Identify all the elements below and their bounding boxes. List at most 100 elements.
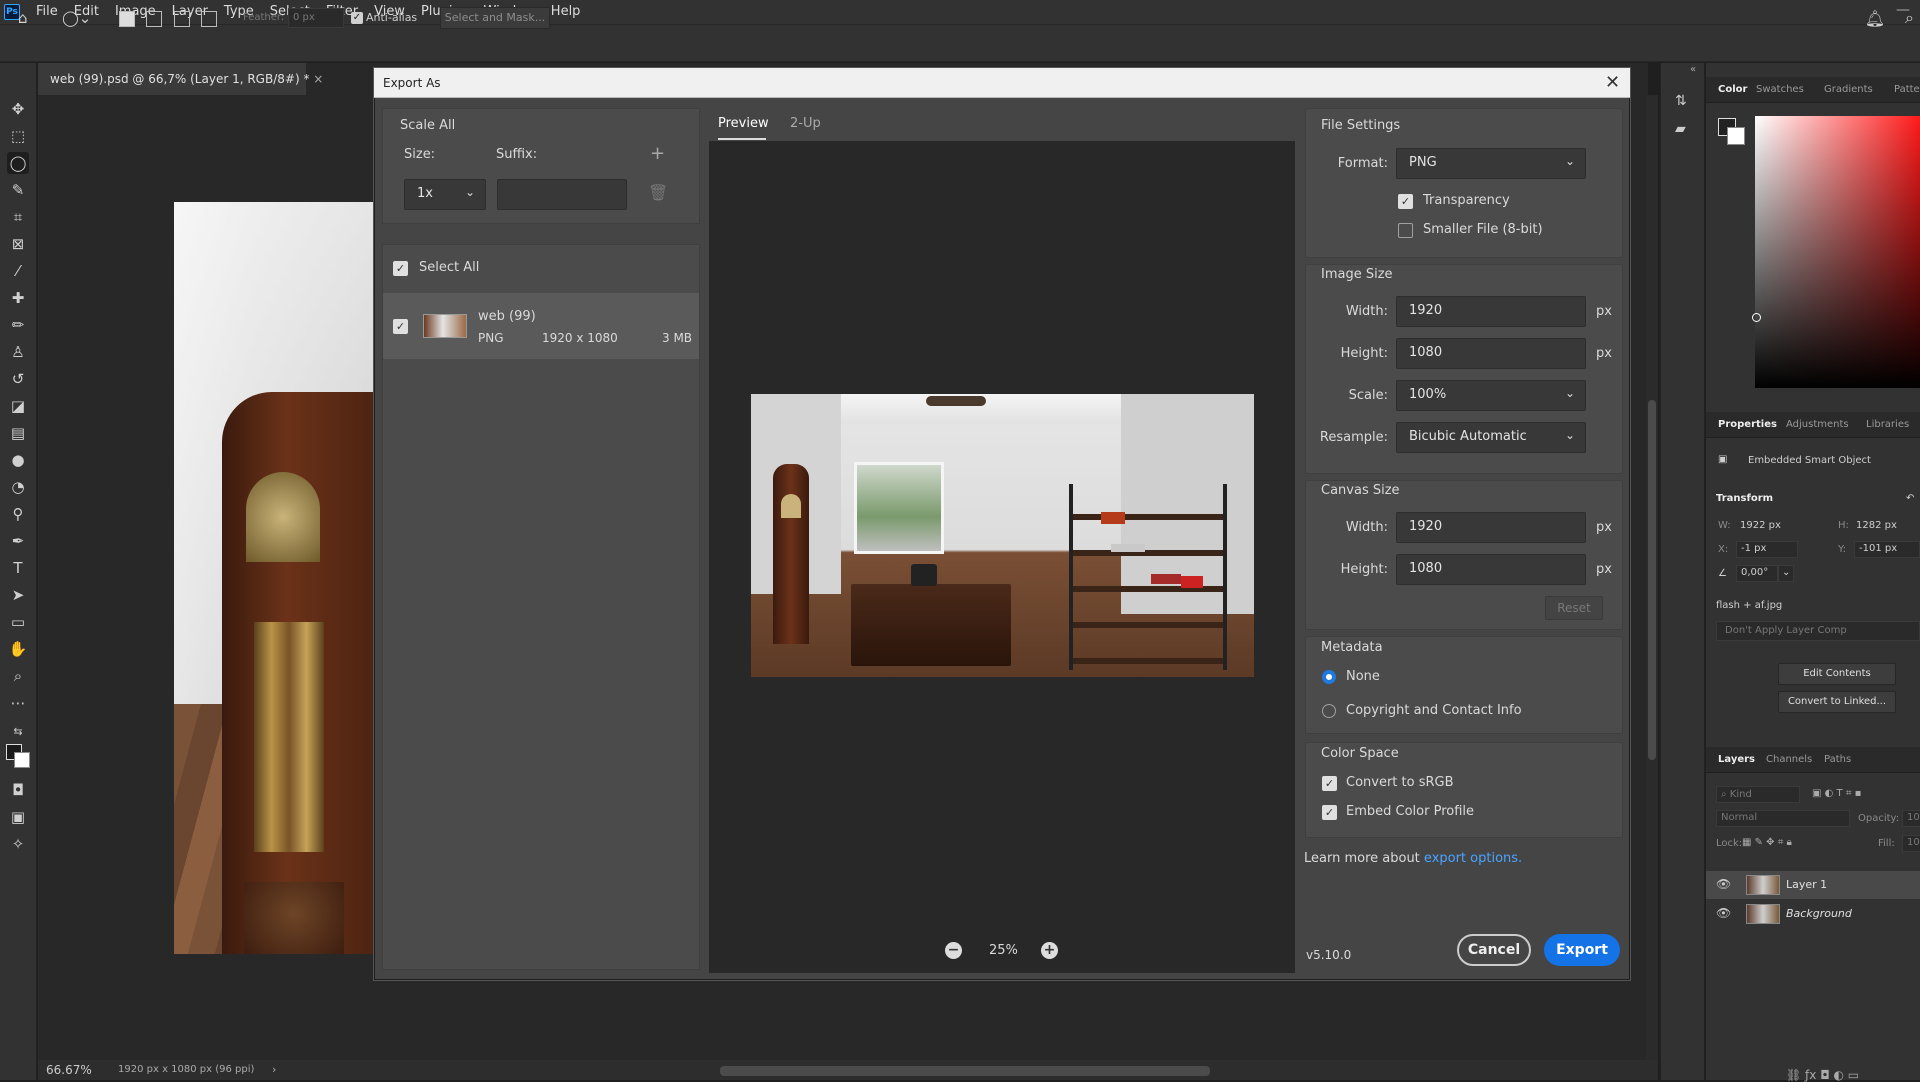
crop-tool-icon[interactable]: ⌗ [7, 206, 29, 228]
select-all-checkbox[interactable]: ✓ [393, 261, 408, 276]
layer-comp-dropdown[interactable]: Don't Apply Layer Comp [1716, 621, 1920, 641]
subtract-selection-icon[interactable] [174, 11, 190, 27]
canvas-width-input[interactable]: 1920 [1396, 512, 1586, 543]
comments-panel-icon[interactable]: ▰ [1675, 121, 1686, 137]
embed-profile-checkbox[interactable]: ✓ [1322, 805, 1337, 820]
tab-color[interactable]: Color [1718, 77, 1747, 103]
tab-properties[interactable]: Properties [1718, 412, 1777, 438]
background-color-swatch[interactable] [14, 752, 30, 768]
angle-input[interactable]: 0,00° [1736, 565, 1778, 582]
quick-select-tool-icon[interactable]: ✎ [7, 179, 29, 201]
trash-icon[interactable]: 🗑︎ [648, 183, 668, 202]
brush-tool-icon[interactable]: ✏ [7, 314, 29, 336]
transparency-checkbox[interactable]: ✓ [1398, 194, 1413, 209]
image-height-input[interactable]: 1080 [1396, 338, 1586, 369]
lasso-tool-preset-icon[interactable]: ◯⌄ [62, 9, 91, 27]
tab-layers[interactable]: Layers [1718, 747, 1755, 773]
menu-file[interactable]: File [28, 0, 66, 24]
zoom-in-icon[interactable]: + [1041, 942, 1058, 959]
export-button[interactable]: Export [1544, 934, 1620, 966]
color-picker-field[interactable] [1755, 116, 1920, 388]
canvas-height-input[interactable]: 1080 [1396, 554, 1586, 585]
cancel-button[interactable]: Cancel [1457, 934, 1531, 966]
tab-patterns[interactable]: Patter [1894, 77, 1920, 103]
transform-y-input[interactable]: -101 px [1854, 541, 1920, 558]
search-icon[interactable]: ⌕ [1905, 8, 1914, 28]
tab-adjustments[interactable]: Adjustments [1786, 412, 1849, 438]
tab-2up[interactable]: 2-Up [790, 116, 821, 131]
metadata-copyright-radio[interactable] [1322, 704, 1336, 718]
healing-tool-icon[interactable]: ✚ [7, 287, 29, 309]
suffix-input[interactable] [497, 179, 627, 210]
layer-kind-filter[interactable]: ⌕ Kind [1716, 786, 1800, 803]
zoom-out-icon[interactable]: − [945, 942, 962, 959]
edit-contents-button[interactable]: Edit Contents [1778, 663, 1896, 685]
smaller-file-checkbox[interactable] [1398, 223, 1413, 238]
zoom-level[interactable]: 66.67% [46, 1063, 92, 1077]
close-dialog-icon[interactable]: ✕ [1605, 72, 1620, 93]
frame-tool-icon[interactable]: ⊠ [7, 233, 29, 255]
generative-icon[interactable]: ✧ [7, 833, 29, 855]
blend-mode-dropdown[interactable]: Normal [1716, 810, 1850, 827]
angle-dropdown-icon[interactable]: ⌄ [1778, 565, 1794, 582]
move-tool-icon[interactable]: ✥ [7, 98, 29, 120]
new-selection-icon[interactable] [119, 11, 135, 27]
collapse-panels-icon[interactable]: « [1690, 64, 1696, 75]
tab-gradients[interactable]: Gradients [1824, 77, 1873, 103]
pen-tool-icon[interactable]: ✒ [7, 530, 29, 552]
screen-mode-icon[interactable]: ▣ [7, 806, 29, 828]
antialias-checkbox[interactable]: ✓ [351, 12, 363, 24]
more-tools-icon[interactable]: ⋯ [7, 692, 29, 714]
hand-tool-icon[interactable]: ✋ [7, 638, 29, 660]
history-panel-icon[interactable]: ⇅ [1675, 93, 1687, 109]
tab-paths[interactable]: Paths [1824, 747, 1851, 773]
transform-width-value[interactable]: 1922 px [1740, 520, 1781, 531]
lasso-tool-icon[interactable]: ◯ [7, 152, 29, 174]
convert-to-linked-button[interactable]: Convert to Linked... [1778, 691, 1896, 713]
home-icon[interactable]: ⌂ [18, 9, 28, 27]
horizontal-scroll-thumb[interactable] [720, 1066, 1210, 1076]
fill-input[interactable]: 100 [1902, 835, 1920, 852]
lock-icons[interactable]: ▦ ✎ ✥ ⌗ 🔒︎ [1742, 837, 1792, 848]
tab-libraries[interactable]: Libraries [1866, 412, 1909, 438]
format-dropdown[interactable]: PNG ⌄ [1396, 148, 1586, 179]
image-width-input[interactable]: 1920 [1396, 296, 1586, 327]
tab-channels[interactable]: Channels [1766, 747, 1812, 773]
close-tab-icon[interactable]: × [313, 72, 323, 86]
quick-mask-icon[interactable]: ◘ [7, 779, 29, 801]
dodge-tool-icon[interactable]: ◔ [7, 476, 29, 498]
add-scale-icon[interactable]: + [650, 143, 665, 164]
add-selection-icon[interactable] [146, 11, 162, 27]
gradient-tool-icon[interactable]: ▤ [7, 422, 29, 444]
transform-x-input[interactable]: -1 px [1736, 541, 1798, 558]
layer-name[interactable]: Layer 1 [1786, 878, 1827, 891]
vertical-scroll-thumb[interactable] [1648, 400, 1656, 760]
asset-checkbox[interactable]: ✓ [393, 319, 408, 334]
tab-swatches[interactable]: Swatches [1756, 77, 1804, 103]
export-options-link[interactable]: export options. [1424, 851, 1522, 866]
eraser-tool-icon[interactable]: ◪ [7, 395, 29, 417]
panel-background-swatch[interactable] [1727, 127, 1745, 145]
stamp-tool-icon[interactable]: ♙ [7, 341, 29, 363]
intersect-selection-icon[interactable] [201, 11, 217, 27]
convert-srgb-checkbox[interactable]: ✓ [1322, 776, 1337, 791]
feather-input[interactable]: 0 px [288, 8, 344, 28]
transform-height-value[interactable]: 1282 px [1856, 520, 1897, 531]
zoom-brush-icon[interactable]: ⚲ [7, 503, 29, 525]
blur-tool-icon[interactable]: ● [7, 449, 29, 471]
opacity-input[interactable]: 100 [1902, 810, 1920, 827]
layer-row[interactable]: 👁︎ Layer 1 [1706, 871, 1920, 899]
select-and-mask-button[interactable]: Select and Mask... [440, 7, 550, 29]
visibility-eye-icon[interactable]: 👁︎ [1716, 906, 1731, 920]
history-brush-icon[interactable]: ↺ [7, 368, 29, 390]
status-arrow-icon[interactable]: › [272, 1063, 276, 1076]
size-dropdown[interactable]: 1x ⌄ [404, 179, 486, 210]
marquee-tool-icon[interactable]: ⬚ [7, 125, 29, 147]
layer-filter-icons[interactable]: ▣ ◐ T ⌗ ▪ [1812, 788, 1861, 799]
metadata-none-radio[interactable] [1322, 670, 1336, 684]
path-select-icon[interactable]: ➤ [7, 584, 29, 606]
color-picker-cursor[interactable] [1752, 313, 1761, 322]
shape-tool-icon[interactable]: ▭ [7, 611, 29, 633]
swap-colors-icon[interactable]: ⇆ [7, 721, 29, 743]
type-tool-icon[interactable]: T [7, 557, 29, 579]
